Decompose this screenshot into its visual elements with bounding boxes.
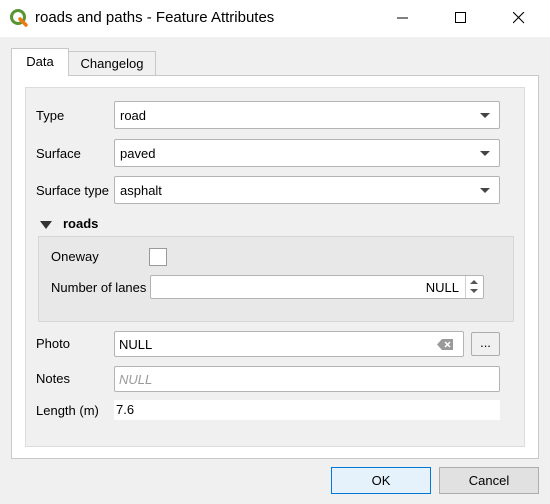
tab-data[interactable]: Data — [11, 48, 69, 76]
window-title: roads and paths - Feature Attributes — [35, 9, 275, 26]
surface-combobox[interactable]: paved — [114, 139, 500, 167]
maximize-button[interactable] — [438, 0, 484, 37]
close-button[interactable] — [496, 0, 542, 37]
photo-label: Photo — [36, 336, 70, 351]
tab-changelog[interactable]: Changelog — [68, 51, 156, 75]
photo-value: NULL — [119, 337, 153, 352]
browse-button[interactable]: ... — [471, 332, 500, 356]
title-bar: roads and paths - Feature Attributes — [0, 0, 550, 37]
notes-label: Notes — [36, 371, 70, 386]
surface-label: Surface — [36, 146, 81, 161]
oneway-label: Oneway — [51, 249, 99, 264]
roads-section-title[interactable]: roads — [63, 216, 98, 231]
photo-field[interactable]: NULL — [114, 331, 464, 357]
oneway-checkbox[interactable] — [149, 248, 167, 266]
chevron-down-icon — [480, 113, 490, 118]
spin-up-icon[interactable] — [470, 280, 478, 284]
notes-field[interactable]: NULL — [114, 366, 500, 392]
collapse-triangle-icon[interactable] — [40, 221, 52, 229]
type-combobox[interactable]: road — [114, 101, 500, 129]
cancel-button[interactable]: Cancel — [439, 467, 539, 494]
length-value: 7.6 — [116, 402, 135, 417]
lanes-label: Number of lanes — [51, 280, 147, 295]
length-field: 7.6 — [114, 400, 500, 420]
chevron-down-icon — [480, 151, 490, 156]
maximize-icon — [455, 12, 466, 23]
spin-buttons[interactable] — [465, 276, 483, 298]
minimize-icon — [397, 17, 408, 19]
length-label: Length (m) — [36, 403, 99, 418]
chevron-down-icon — [480, 188, 490, 193]
close-icon — [513, 12, 525, 24]
lanes-value: NULL — [425, 280, 459, 295]
type-value: road — [120, 108, 147, 123]
spin-down-icon[interactable] — [470, 289, 478, 293]
qgis-icon — [9, 8, 29, 28]
surface-type-value: asphalt — [120, 183, 162, 198]
surface-type-label: Surface type — [36, 183, 109, 198]
surface-type-combobox[interactable]: asphalt — [114, 176, 500, 204]
notes-placeholder: NULL — [119, 372, 153, 387]
surface-value: paved — [120, 146, 156, 161]
lanes-spinbox[interactable]: NULL — [150, 275, 484, 299]
type-label: Type — [36, 108, 65, 123]
clear-field-icon[interactable] — [437, 338, 454, 354]
minimize-button[interactable] — [380, 0, 426, 37]
ok-button[interactable]: OK — [331, 467, 431, 494]
